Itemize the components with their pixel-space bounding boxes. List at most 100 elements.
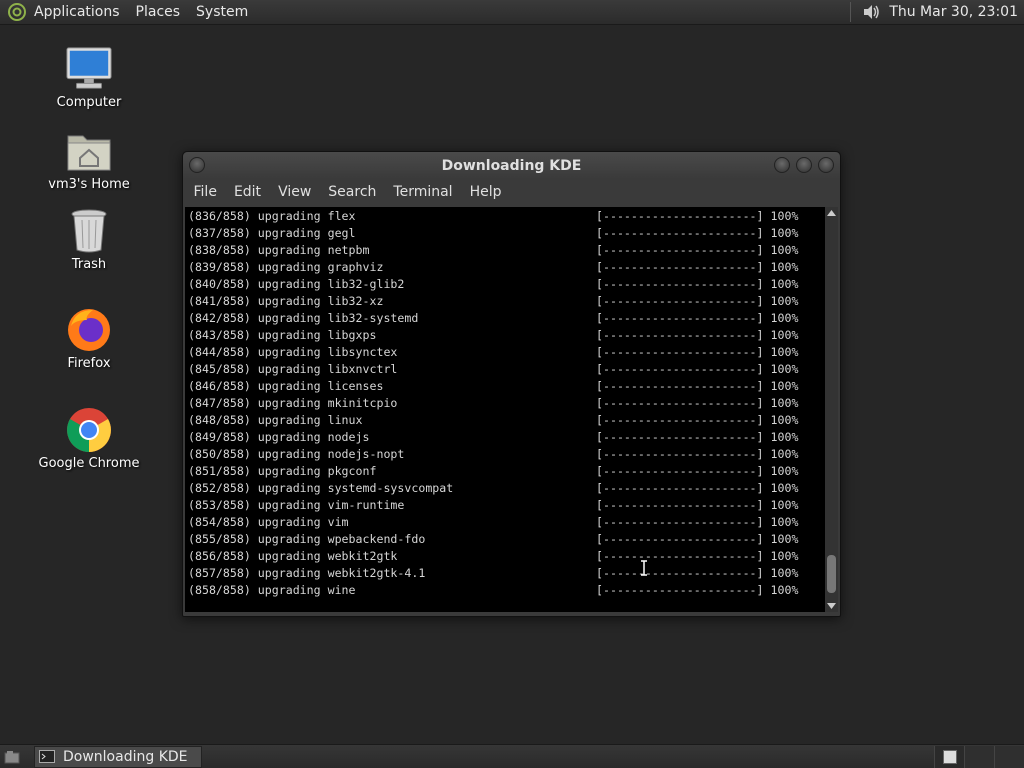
places-menu[interactable]: Places [128,0,189,25]
terminal-progress-bar: [----------------------] 100% [596,379,799,393]
menu-edit[interactable]: Edit [225,179,269,205]
scroll-up-arrow-icon[interactable] [825,207,838,219]
terminal-progress-bar: [----------------------] 100% [596,260,799,274]
terminal-scrollbar[interactable] [825,207,838,612]
terminal-line: (838/858) upgrading netpbm [-------------… [188,242,826,259]
terminal-line: (854/858) upgrading vim [----------------… [188,514,826,531]
terminal-progress-bar: [----------------------] 100% [596,515,799,529]
terminal-progress-bar: [----------------------] 100% [596,311,799,325]
terminal-line: (851/858) upgrading pkgconf [------------… [188,463,826,480]
firefox-icon [65,306,113,354]
window-titlebar[interactable]: Downloading KDE [183,152,840,179]
terminal-progress-bar: [----------------------] 100% [596,294,799,308]
system-menu[interactable]: System [188,0,256,25]
window-menubar: File Edit View Search Terminal Help [183,179,840,205]
desktop-icon-firefox[interactable]: Firefox [34,306,144,371]
desktop-icon-home[interactable]: vm3's Home [34,127,144,192]
terminal-line: (856/858) upgrading webkit2gtk [---------… [188,548,826,565]
workspace-1[interactable] [934,745,964,768]
terminal-line: (840/858) upgrading lib32-glib2 [--------… [188,276,826,293]
terminal-line-text: (852/858) upgrading systemd-sysvcompat [188,481,454,495]
show-desktop-icon[interactable] [0,746,24,768]
top-panel: Applications Places System Thu Mar 30, 2… [0,0,1024,25]
panel-separator [850,2,852,22]
desktop-icon-trash[interactable]: Trash [34,207,144,272]
desktop-icon-label: Google Chrome [38,456,140,471]
menu-file[interactable]: File [185,179,225,205]
home-folder-icon [65,127,113,175]
terminal-progress-bar: [----------------------] 100% [596,328,799,342]
menu-terminal[interactable]: Terminal [385,179,461,205]
maximize-button[interactable] [796,157,812,173]
terminal-line: (855/858) upgrading wpebackend-fdo [-----… [188,531,826,548]
terminal-line-text: (836/858) upgrading flex [188,209,356,223]
terminal-line-text: (846/858) upgrading licenses [188,379,384,393]
terminal-progress-bar: [----------------------] 100% [596,532,799,546]
taskbar-item-label: Downloading KDE [63,748,188,765]
terminal-line-text: (842/858) upgrading lib32-systemd [188,311,419,325]
terminal-line-text: (849/858) upgrading nodejs [188,430,370,444]
terminal-line-text: (838/858) upgrading netpbm [188,243,370,257]
trash-icon [65,207,113,255]
text-cursor-icon [640,560,648,576]
terminal-output[interactable]: (836/858) upgrading flex [---------------… [185,207,826,612]
terminal-line-text: (847/858) upgrading mkinitcpio [188,396,398,410]
terminal-line: (845/858) upgrading libxnvctrl [---------… [188,361,826,378]
terminal-line-text: (840/858) upgrading lib32-glib2 [188,277,405,291]
terminal-line-text: (851/858) upgrading pkgconf [188,464,377,478]
terminal-progress-bar: [----------------------] 100% [596,345,799,359]
terminal-line: (836/858) upgrading flex [---------------… [188,208,826,225]
menu-view[interactable]: View [270,179,320,205]
terminal-line-text: (845/858) upgrading libxnvctrl [188,362,398,376]
desktop-icon-label: Computer [56,95,122,110]
scrollbar-thumb[interactable] [827,555,836,593]
terminal-line: (839/858) upgrading graphviz [-----------… [188,259,826,276]
terminal-progress-bar: [----------------------] 100% [596,464,799,478]
terminal-progress-bar: [----------------------] 100% [596,430,799,444]
terminal-line-text: (841/858) upgrading lib32-xz [188,294,384,308]
terminal-progress-bar: [----------------------] 100% [596,583,799,597]
terminal-line: (852/858) upgrading systemd-sysvcompat [-… [188,480,826,497]
terminal-progress-bar: [----------------------] 100% [596,498,799,512]
window-menu-button[interactable] [189,157,205,173]
terminal-line-text: (857/858) upgrading webkit2gtk-4.1 [188,566,426,580]
menu-search[interactable]: Search [320,179,385,205]
workspace-2[interactable] [964,745,994,768]
menu-help[interactable]: Help [461,179,510,205]
terminal-line: (844/858) upgrading libsynctex [---------… [188,344,826,361]
distro-logo-icon[interactable] [6,1,28,23]
terminal-line-text: (853/858) upgrading vim-runtime [188,498,405,512]
terminal-line: (853/858) upgrading vim-runtime [--------… [188,497,826,514]
terminal-line: (850/858) upgrading nodejs-nopt [--------… [188,446,826,463]
terminal-progress-bar: [----------------------] 100% [596,566,799,580]
volume-icon[interactable] [861,2,881,22]
terminal-line: (847/858) upgrading mkinitcpio [---------… [188,395,826,412]
terminal-progress-bar: [----------------------] 100% [596,481,799,495]
terminal-line: (843/858) upgrading libgxps [------------… [188,327,826,344]
terminal-progress-bar: [----------------------] 100% [596,447,799,461]
computer-icon [65,45,113,93]
desktop-icon-computer[interactable]: Computer [34,45,144,110]
terminal-line-text: (854/858) upgrading vim [188,515,349,529]
terminal-line-text: (850/858) upgrading nodejs-nopt [188,447,405,461]
terminal-line-text: (855/858) upgrading wpebackend-fdo [188,532,426,546]
terminal-line-text: (858/858) upgrading wine [188,583,356,597]
terminal-line-text: (843/858) upgrading libgxps [188,328,377,342]
scroll-down-arrow-icon[interactable] [825,600,838,612]
workspace-switcher [934,745,1024,768]
close-button[interactable] [818,157,834,173]
terminal-icon [39,750,55,764]
terminal-line-text: (837/858) upgrading gegl [188,226,356,240]
terminal-line: (849/858) upgrading nodejs [-------------… [188,429,826,446]
terminal-line: (841/858) upgrading lib32-xz [-----------… [188,293,826,310]
terminal-line-text: (856/858) upgrading webkit2gtk [188,549,398,563]
workspace-3[interactable] [994,745,1024,768]
window-title: Downloading KDE [441,157,582,174]
desktop-icon-chrome[interactable]: Google Chrome [34,406,144,471]
applications-menu[interactable]: Applications [34,0,128,25]
clock[interactable]: Thu Mar 30, 23:01 [883,4,1024,20]
taskbar-item-terminal[interactable]: Downloading KDE [34,745,202,768]
terminal-progress-bar: [----------------------] 100% [596,362,799,376]
minimize-button[interactable] [774,157,790,173]
terminal-line: (857/858) upgrading webkit2gtk-4.1 [-----… [188,565,826,582]
